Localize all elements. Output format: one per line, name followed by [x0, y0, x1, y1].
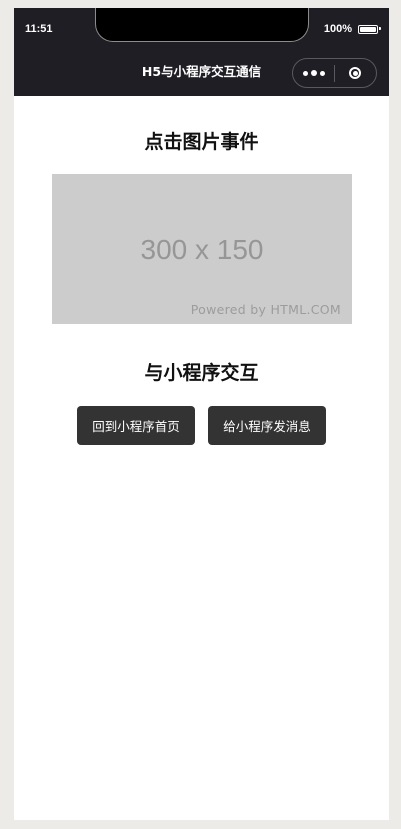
device-notch: [95, 8, 309, 42]
battery-percent: 100%: [323, 23, 352, 35]
battery-icon: [358, 24, 381, 34]
target-circle-icon[interactable]: [335, 59, 376, 87]
placeholder-powered-text: Powered by HTML.COM: [190, 302, 341, 317]
dot: [302, 70, 308, 76]
phone-screen: 11:51 100% H5与小程序交互通信 点击图片事件 300 x 150 P…: [14, 8, 389, 820]
send-message-button[interactable]: 给小程序发消息: [208, 406, 326, 445]
section-title-image-click: 点击图片事件: [144, 131, 259, 153]
section-title-interaction: 与小程序交互: [144, 362, 259, 384]
target-core: [352, 70, 358, 76]
back-to-home-button[interactable]: 回到小程序首页: [77, 406, 195, 445]
dot: [319, 70, 325, 76]
status-right: 100%: [323, 23, 381, 35]
status-time: 11:51: [25, 23, 53, 35]
button-row: 回到小程序首页 给小程序发消息: [14, 406, 389, 445]
page-title-text: H5与小程序交互通信: [141, 64, 262, 79]
more-dots-icon[interactable]: [293, 59, 334, 87]
target-ring: [349, 67, 362, 79]
placeholder-image[interactable]: 300 x 150 Powered by HTML.COM: [52, 174, 352, 324]
nav-header: 11:51 100% H5与小程序交互通信: [14, 8, 389, 96]
placeholder-size-text: 300 x 150: [140, 234, 264, 265]
dot: [310, 70, 317, 76]
mini-program-capsule: [292, 58, 377, 88]
